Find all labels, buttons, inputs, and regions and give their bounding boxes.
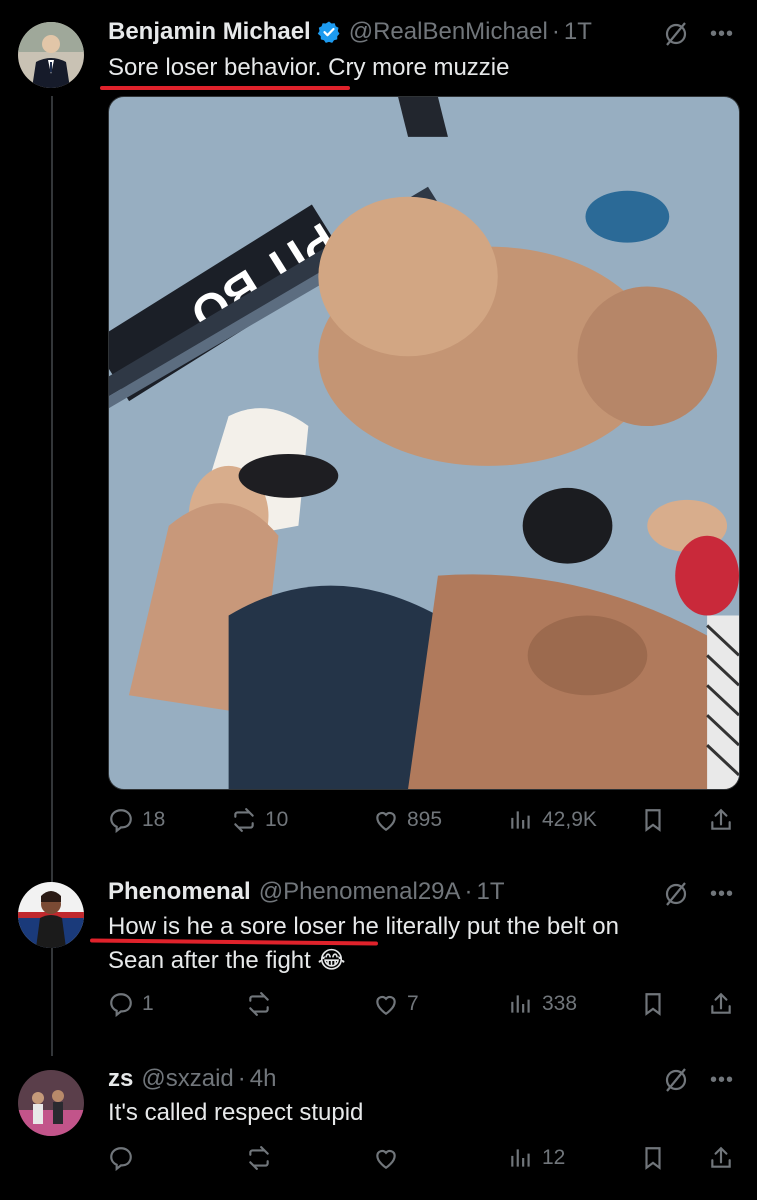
view-count: 12 — [542, 1146, 566, 1169]
grok-icon[interactable] — [662, 20, 690, 48]
like-button[interactable] — [373, 1138, 407, 1178]
repost-icon — [249, 992, 269, 1016]
reply-icon — [110, 809, 132, 833]
tweet-actions: 18 10 895 42,9K — [108, 800, 738, 840]
repost-icon — [249, 1146, 269, 1170]
view-count: 42,9K — [542, 808, 597, 831]
more-options-icon[interactable]: ••• — [708, 880, 736, 908]
heart-icon — [376, 995, 396, 1016]
share-icon — [711, 808, 731, 830]
grok-icon[interactable] — [662, 1066, 690, 1094]
share-icon — [711, 992, 731, 1014]
display-name[interactable]: Benjamin Michael — [108, 18, 311, 46]
repost-icon — [234, 808, 254, 832]
tweet-header: Phenomenal @Phenomenal29A · 1T — [108, 877, 505, 907]
share-button[interactable] — [708, 984, 734, 1024]
tweet-benjamin-michael[interactable]: Benjamin Michael @RealBenMichael · 1T ••… — [0, 0, 757, 860]
separator: · — [551, 18, 560, 45]
bookmark-button[interactable] — [640, 800, 666, 840]
views-button[interactable]: 42,9K — [508, 800, 597, 840]
like-count: 7 — [407, 992, 419, 1015]
timestamp[interactable]: 1T — [477, 878, 505, 906]
like-button[interactable]: 895 — [373, 800, 442, 840]
views-icon — [511, 811, 530, 829]
reply-button[interactable]: 18 — [108, 800, 165, 840]
tweet-header: zs @sxzaid · 4h — [108, 1064, 276, 1094]
share-button[interactable] — [708, 800, 734, 840]
bookmark-button[interactable] — [640, 984, 666, 1024]
more-options-icon[interactable]: ••• — [708, 20, 736, 48]
reply-count: 1 — [142, 992, 154, 1015]
annotation-underline — [100, 86, 350, 90]
handle[interactable]: @Phenomenal29A — [259, 878, 461, 906]
avatar[interactable] — [18, 22, 84, 88]
bookmark-icon — [645, 1147, 661, 1170]
share-icon — [711, 1146, 731, 1168]
views-icon — [511, 995, 530, 1013]
tweet-header: Benjamin Michael @RealBenMichael · 1T — [108, 17, 592, 47]
repost-button[interactable] — [246, 984, 280, 1024]
bookmark-icon — [645, 993, 661, 1016]
views-icon — [511, 1149, 530, 1167]
reply-count: 18 — [142, 808, 166, 831]
tweet-text-line-2: Sean after the fight 😂 — [108, 947, 346, 974]
timestamp[interactable]: 4h — [250, 1065, 277, 1093]
verified-badge-icon — [317, 20, 341, 44]
avatar[interactable] — [18, 882, 84, 948]
reply-icon — [110, 1147, 132, 1171]
reply-button[interactable]: 1 — [108, 984, 154, 1024]
repost-count: 10 — [265, 808, 289, 831]
display-name[interactable]: zs — [108, 1065, 133, 1093]
views-button[interactable]: 338 — [508, 984, 577, 1024]
views-button[interactable]: 12 — [508, 1138, 565, 1178]
repost-button[interactable]: 10 — [231, 800, 288, 840]
view-count: 338 — [542, 992, 578, 1015]
tweet-text: Sore loser behavior. Cry more muzzie — [108, 54, 510, 81]
handle[interactable]: @RealBenMichael — [349, 18, 548, 46]
bookmark-icon — [645, 809, 661, 832]
tweet-actions: 12 — [108, 1138, 738, 1178]
display-name[interactable]: Phenomenal — [108, 878, 251, 906]
reply-icon — [110, 993, 132, 1017]
like-button[interactable]: 7 — [373, 984, 419, 1024]
bookmark-button[interactable] — [640, 1138, 666, 1178]
grok-icon[interactable] — [662, 880, 690, 908]
separator: · — [464, 878, 473, 905]
tweet-zs[interactable]: zs @sxzaid · 4h ••• It's called respect … — [0, 1052, 757, 1200]
tweet-phenomenal[interactable]: Phenomenal @Phenomenal29A · 1T ••• How i… — [0, 860, 757, 1040]
tweet-actions: 1 7 338 — [108, 984, 738, 1024]
tweet-media[interactable]: PIT BO — [108, 96, 740, 790]
separator: · — [237, 1065, 246, 1092]
avatar[interactable] — [18, 1070, 84, 1136]
tweet-text: It's called respect stupid — [108, 1099, 364, 1126]
timestamp[interactable]: 1T — [564, 18, 592, 46]
heart-icon — [376, 811, 396, 832]
like-count: 895 — [407, 808, 443, 831]
reply-button[interactable] — [108, 1138, 142, 1178]
repost-button[interactable] — [246, 1138, 280, 1178]
share-button[interactable] — [708, 1138, 734, 1178]
more-options-icon[interactable]: ••• — [708, 1066, 736, 1094]
handle[interactable]: @sxzaid — [141, 1065, 233, 1093]
heart-icon — [376, 1149, 396, 1170]
